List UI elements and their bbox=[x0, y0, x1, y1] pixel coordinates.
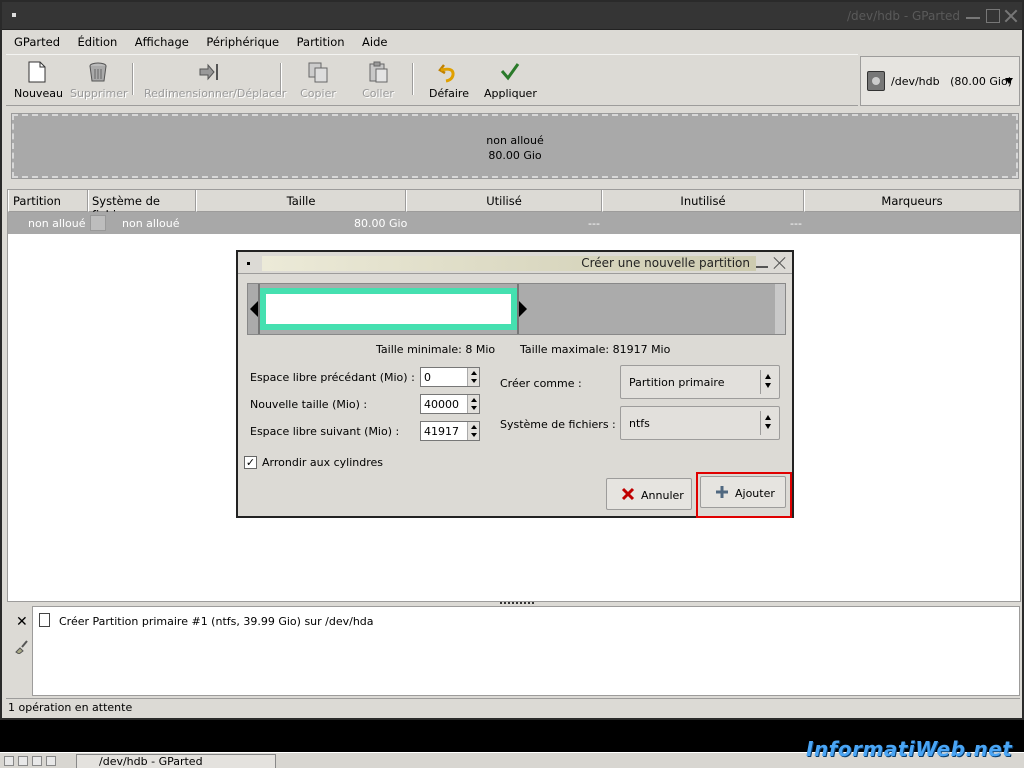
chevron-updown-icon bbox=[765, 415, 773, 431]
chevron-updown-icon bbox=[765, 374, 773, 390]
taskbar-task-gparted[interactable]: /dev/hdb - GParted bbox=[76, 754, 276, 768]
column-unused[interactable]: Inutilisé bbox=[602, 190, 804, 212]
free-after-spinner[interactable]: 41917 bbox=[420, 421, 480, 441]
close-icon[interactable] bbox=[1004, 9, 1018, 23]
dialog-title-bar[interactable]: Créer une nouvelle partition bbox=[238, 252, 792, 274]
operations-panel: ✕ Créer Partition primaire #1 (ntfs, 39.… bbox=[6, 606, 1020, 696]
device-selector[interactable]: /dev/hdb (80.00 Gio) bbox=[860, 56, 1020, 106]
row-partition: non alloué bbox=[28, 217, 86, 230]
workspace-4[interactable] bbox=[46, 756, 56, 766]
dialog-title: Créer une nouvelle partition bbox=[581, 256, 750, 270]
column-used[interactable]: Utilisé bbox=[406, 190, 602, 212]
min-size-label: Taille minimale: 8 Mio bbox=[376, 343, 496, 356]
toolbar: Nouveau Supprimer Redimensionner/Déplace… bbox=[6, 54, 858, 106]
free-after-label: Espace libre suivant (Mio) : bbox=[250, 425, 400, 438]
right-resize-handle[interactable] bbox=[519, 301, 527, 317]
column-partition[interactable]: Partition bbox=[8, 190, 88, 212]
window-menu-icon[interactable] bbox=[12, 13, 16, 17]
new-partition-block[interactable] bbox=[260, 288, 517, 330]
copy-button[interactable]: Copier bbox=[298, 61, 338, 100]
maximize-icon[interactable] bbox=[986, 9, 1000, 23]
window-title: /dev/hdb - GParted bbox=[847, 9, 960, 23]
menu-gparted[interactable]: GParted bbox=[6, 32, 66, 49]
menu-bar: GParted Édition Affichage Périphérique P… bbox=[6, 32, 1020, 52]
filesystem-select[interactable]: ntfs bbox=[620, 406, 780, 440]
spinner-arrows-icon[interactable] bbox=[467, 368, 479, 386]
workspace-3[interactable] bbox=[32, 756, 42, 766]
new-document-icon bbox=[26, 61, 48, 83]
cancel-x-icon bbox=[621, 487, 635, 501]
row-unused: --- bbox=[790, 217, 802, 230]
menu-aide[interactable]: Aide bbox=[354, 32, 393, 49]
copy-icon bbox=[307, 61, 329, 83]
paste-icon bbox=[367, 61, 389, 83]
apply-button[interactable]: Appliquer bbox=[484, 61, 537, 100]
filesystem-label: Système de fichiers : bbox=[500, 418, 616, 431]
round-cylinders-checkbox[interactable]: ✓ bbox=[244, 456, 257, 469]
row-used: --- bbox=[588, 217, 600, 230]
column-size[interactable]: Taille bbox=[196, 190, 406, 212]
workspace-2[interactable] bbox=[18, 756, 28, 766]
minimize-icon[interactable] bbox=[966, 9, 980, 19]
delete-button[interactable]: Supprimer bbox=[70, 61, 128, 100]
row-filesystem: non alloué bbox=[122, 217, 180, 230]
workspace-1[interactable] bbox=[4, 756, 14, 766]
free-before-label: Espace libre précédant (Mio) : bbox=[250, 371, 415, 384]
trash-icon bbox=[87, 61, 109, 83]
menu-edition[interactable]: Édition bbox=[70, 32, 124, 49]
toolbar-separator bbox=[412, 63, 414, 95]
title-bar[interactable]: /dev/hdb - GParted bbox=[2, 2, 1022, 30]
paste-button[interactable]: Coller bbox=[358, 61, 398, 100]
watermark: InformatiWeb.net bbox=[806, 737, 1013, 761]
table-header: Partition Système de fichiers Taille Uti… bbox=[8, 190, 1020, 222]
undo-icon bbox=[438, 61, 460, 83]
new-size-spinner[interactable]: 40000 bbox=[420, 394, 480, 414]
disk-map-label: non alloué bbox=[486, 134, 544, 147]
free-before-spinner[interactable]: 0 bbox=[420, 367, 480, 387]
create-partition-dialog: Créer une nouvelle partition Taille mini… bbox=[236, 250, 794, 518]
document-icon bbox=[39, 613, 50, 627]
menu-partition[interactable]: Partition bbox=[289, 32, 351, 49]
device-name: /dev/hdb bbox=[891, 75, 940, 88]
undo-button[interactable]: Défaire bbox=[428, 61, 470, 100]
menu-affichage[interactable]: Affichage bbox=[127, 32, 195, 49]
status-text: 1 opération en attente bbox=[8, 701, 133, 714]
operations-list: Créer Partition primaire #1 (ntfs, 39.99… bbox=[32, 606, 1020, 696]
toolbar-separator bbox=[132, 63, 134, 95]
window-menu-icon[interactable] bbox=[247, 262, 250, 265]
row-size: 80.00 Gio bbox=[354, 217, 408, 230]
minimize-icon[interactable] bbox=[756, 266, 768, 268]
column-flags[interactable]: Marqueurs bbox=[804, 190, 1020, 212]
hard-disk-icon bbox=[867, 71, 885, 91]
cancel-button[interactable]: Annuler bbox=[606, 478, 692, 510]
round-cylinders-label: Arrondir aux cylindres bbox=[262, 456, 384, 469]
operation-entry[interactable]: Créer Partition primaire #1 (ntfs, 39.99… bbox=[59, 615, 374, 628]
left-resize-handle[interactable] bbox=[250, 301, 258, 317]
chevron-down-icon bbox=[1005, 78, 1013, 84]
close-icon[interactable] bbox=[772, 255, 788, 271]
new-button[interactable]: Nouveau bbox=[14, 61, 63, 100]
status-bar: 1 opération en attente bbox=[6, 698, 1020, 716]
menu-peripherique[interactable]: Périphérique bbox=[198, 32, 285, 49]
disk-map[interactable]: non alloué 80.00 Gio bbox=[11, 113, 1019, 179]
close-icon[interactable]: ✕ bbox=[16, 614, 28, 630]
new-size-label: Nouvelle taille (Mio) : bbox=[250, 398, 368, 411]
resize-move-button[interactable]: Redimensionner/Déplacer bbox=[144, 61, 286, 100]
clear-brush-icon[interactable] bbox=[14, 640, 28, 655]
create-as-select[interactable]: Partition primaire bbox=[620, 365, 780, 399]
max-size-label: Taille maximale: 81917 Mio bbox=[520, 343, 671, 356]
spinner-arrows-icon[interactable] bbox=[467, 422, 479, 440]
partition-resizer[interactable] bbox=[247, 283, 786, 335]
checkmark-icon bbox=[499, 61, 521, 83]
disk-map-size: 80.00 Gio bbox=[488, 149, 542, 162]
filesystem-color-swatch bbox=[90, 215, 106, 231]
toolbar-separator bbox=[280, 63, 282, 95]
device-size: (80.00 Gio) bbox=[950, 75, 1012, 88]
create-as-label: Créer comme : bbox=[500, 377, 582, 390]
column-filesystem[interactable]: Système de fichiers bbox=[88, 190, 196, 222]
table-row[interactable]: non alloué non alloué 80.00 Gio --- --- bbox=[8, 212, 1020, 234]
resize-icon bbox=[198, 61, 220, 83]
spinner-arrows-icon[interactable] bbox=[467, 395, 479, 413]
add-button-highlight bbox=[696, 472, 792, 518]
